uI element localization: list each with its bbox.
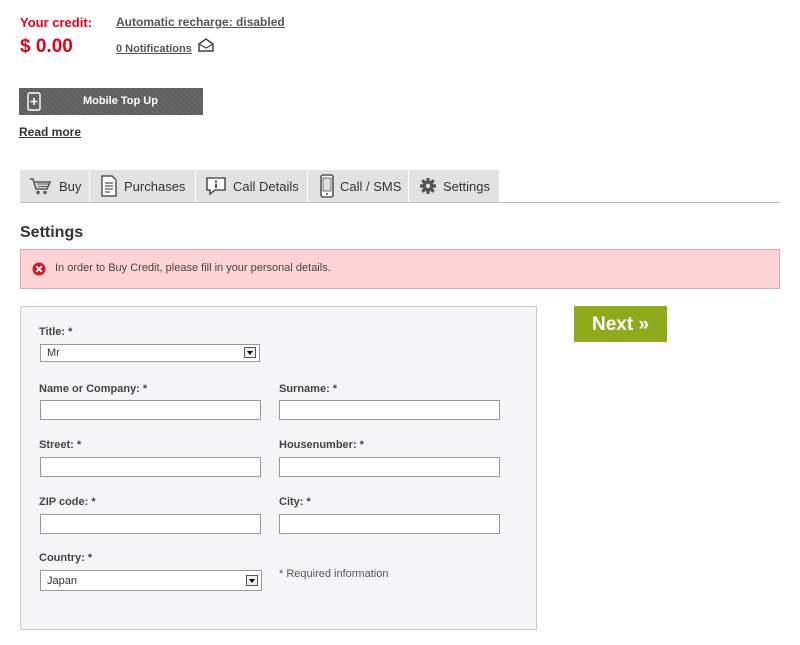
housenumber-label: Housenumber: * bbox=[279, 439, 364, 451]
automatic-recharge-link[interactable]: Automatic recharge: disabled bbox=[116, 15, 285, 29]
surname-label: Surname: * bbox=[279, 383, 338, 395]
title-select-value: Mr bbox=[47, 347, 60, 359]
country-label: Country: * bbox=[39, 552, 93, 564]
country-select-value: Japan bbox=[47, 575, 77, 587]
error-alert: In order to Buy Credit, please fill in y… bbox=[20, 249, 780, 289]
tab-settings-label: Settings bbox=[443, 178, 490, 194]
title-label: Title: * bbox=[39, 326, 73, 338]
chevron-down-icon bbox=[244, 347, 256, 358]
street-input[interactable] bbox=[40, 457, 261, 477]
tab-bar: Buy Purchases Call Details Call / SMS Se… bbox=[20, 170, 500, 202]
street-label: Street: * bbox=[39, 439, 82, 451]
envelope-icon[interactable] bbox=[198, 38, 214, 52]
housenumber-input[interactable] bbox=[279, 457, 500, 477]
city-label: City: * bbox=[279, 496, 311, 508]
country-select[interactable]: Japan bbox=[40, 570, 262, 591]
gear-icon bbox=[420, 178, 436, 194]
chevron-down-icon bbox=[246, 575, 258, 586]
alert-message: In order to Buy Credit, please fill in y… bbox=[55, 262, 331, 274]
tab-divider bbox=[20, 202, 780, 203]
tab-call-details-label: Call Details bbox=[233, 178, 299, 194]
tab-purchases[interactable]: Purchases bbox=[90, 170, 196, 202]
page-title: Settings bbox=[20, 224, 84, 241]
tab-settings[interactable]: Settings bbox=[409, 170, 500, 202]
personal-details-form: Title: * Mr Name or Company: * Surname: … bbox=[20, 306, 537, 630]
tab-buy[interactable]: Buy bbox=[20, 170, 90, 202]
zip-label: ZIP code: * bbox=[39, 496, 96, 508]
notifications-link[interactable]: 0 Notifications bbox=[116, 43, 192, 55]
next-button[interactable]: Next » bbox=[574, 306, 667, 342]
required-info-note: * Required information bbox=[279, 568, 389, 580]
document-icon bbox=[101, 175, 117, 197]
cart-icon bbox=[30, 178, 52, 195]
mobile-top-up-button[interactable]: Mobile Top Up bbox=[19, 88, 203, 115]
mobile-add-icon bbox=[27, 92, 41, 111]
zip-code-input[interactable] bbox=[40, 514, 261, 534]
mobile-top-up-label: Mobile Top Up bbox=[83, 95, 158, 107]
read-more-link[interactable]: Read more bbox=[19, 125, 81, 139]
city-input[interactable] bbox=[279, 514, 500, 534]
credit-label: Your credit: bbox=[20, 15, 92, 30]
tab-call-details[interactable]: Call Details bbox=[196, 170, 308, 202]
tab-call-sms-label: Call / SMS bbox=[340, 178, 402, 194]
title-select[interactable]: Mr bbox=[40, 344, 260, 362]
credit-amount: $ 0.00 bbox=[20, 36, 73, 57]
surname-input[interactable] bbox=[279, 400, 500, 420]
error-icon bbox=[32, 262, 46, 276]
tab-call-sms[interactable]: Call / SMS bbox=[308, 170, 409, 202]
phone-icon bbox=[320, 174, 334, 198]
info-icon bbox=[206, 177, 226, 196]
tab-purchases-label: Purchases bbox=[124, 178, 186, 194]
tab-buy-label: Buy bbox=[59, 178, 82, 194]
name-label: Name or Company: * bbox=[39, 383, 148, 395]
name-or-company-input[interactable] bbox=[40, 400, 261, 420]
